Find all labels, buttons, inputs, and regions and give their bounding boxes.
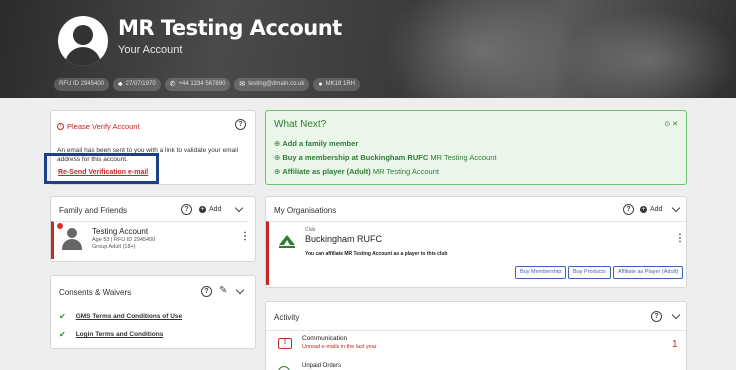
- location-icon: ●: [318, 81, 323, 88]
- rfu-id-chip: RFU ID 2945400: [54, 78, 110, 91]
- organisations-card: My Organisations ? + Add Club Buckingham …: [265, 196, 687, 288]
- help-icon[interactable]: ?: [181, 204, 192, 215]
- location-chip: ● MK18 1RH: [313, 78, 360, 91]
- account-header: MR Testing Account Your Account RFU ID 2…: [0, 0, 736, 98]
- member-avatar: [62, 228, 82, 250]
- club-name: Buckingham RUFC: [305, 234, 383, 244]
- cake-icon: ♣: [118, 81, 123, 88]
- profile-chips: RFU ID 2945400 ♣ 27/07/1970 ✆ +44 1234 567…: [54, 78, 360, 91]
- email-icon: ✉: [239, 81, 246, 88]
- phone-icon: ✆: [169, 81, 176, 88]
- family-friends-card: Family and Friends ? + Add Testing Accoun…: [50, 196, 256, 262]
- communication-count: 1: [672, 339, 678, 350]
- verify-title: ! Please Verify Account: [57, 122, 140, 131]
- member-meta: Age 53 | RFU ID 2945400: [92, 237, 156, 243]
- consent-item[interactable]: ✔ GMS Terms and Conditions of Use: [59, 312, 182, 321]
- edit-icon[interactable]: ✎: [219, 285, 227, 296]
- family-member-row[interactable]: Testing Account Age 53 | RFU ID 2945400 …: [51, 221, 250, 259]
- phone-chip: ✆ +44 1234 567890: [164, 78, 231, 91]
- dob-chip: ♣ 27/07/1970: [113, 78, 161, 91]
- plus-icon: +: [199, 206, 206, 213]
- what-next-title: What Next?: [274, 119, 327, 130]
- member-group: Group Adult (18+): [92, 244, 136, 250]
- orgs-title: My Organisations: [274, 206, 337, 215]
- chevron-down-icon[interactable]: [671, 310, 681, 320]
- communication-row[interactable]: ! Communication Unread e-mails in the la…: [266, 333, 686, 355]
- page-title: MR Testing Account: [118, 16, 342, 40]
- club-note: You can affiliate MR Testing Account as …: [305, 251, 448, 257]
- help-icon[interactable]: ?: [651, 311, 662, 322]
- add-organisation-button[interactable]: + Add: [640, 206, 662, 213]
- affiliate-player-link[interactable]: ⊕ Affiliate as player (Adult) MR Testing…: [274, 167, 439, 176]
- orders-icon: [278, 366, 290, 370]
- activity-title: Activity: [274, 313, 300, 322]
- message-alert-icon: !: [278, 338, 292, 349]
- club-logo-icon: [279, 235, 295, 248]
- more-options-icon[interactable]: ⋮: [240, 231, 250, 242]
- consent-item[interactable]: ✔ Login Terms and Conditions: [59, 330, 163, 339]
- unpaid-orders-title: Unpaid Orders: [302, 363, 342, 369]
- consents-title: Consents & Waivers: [59, 288, 132, 297]
- check-icon: ✔: [59, 312, 66, 321]
- email-chip: ✉ testing@dmain.co.uk: [234, 78, 310, 91]
- activity-card: Activity ? ! Communication Unread e-mail…: [265, 301, 687, 370]
- help-icon[interactable]: ?: [235, 119, 246, 130]
- highlight-box: [44, 153, 159, 184]
- add-family-member-link[interactable]: ⊕ Add a family member: [274, 139, 358, 148]
- help-icon[interactable]: ?: [623, 204, 634, 215]
- affiliate-player-button[interactable]: Affiliate as Player (Adult): [613, 266, 684, 279]
- communication-title: Communication: [302, 335, 348, 342]
- chevron-down-icon[interactable]: [235, 285, 245, 295]
- avatar: [58, 16, 108, 66]
- help-icon[interactable]: ?: [201, 286, 212, 297]
- club-type: Club: [305, 227, 316, 233]
- what-next-controls[interactable]: ⊙ ✕: [664, 120, 678, 128]
- plus-icon: +: [640, 206, 647, 213]
- check-icon: ✔: [59, 330, 66, 339]
- consents-card: Consents & Waivers ? ✎ ✔ GMS Terms and Co…: [50, 275, 256, 349]
- what-next-card: What Next? ⊙ ✕ ⊕ Add a family member ⊕ B…: [265, 110, 687, 185]
- buy-membership-button[interactable]: Buy Membership: [515, 266, 567, 279]
- unpaid-orders-row[interactable]: Unpaid Orders: [266, 360, 686, 370]
- buy-products-button[interactable]: Buy Products: [568, 266, 611, 279]
- warning-icon: !: [57, 123, 64, 130]
- buy-membership-link[interactable]: ⊕ Buy a membership at Buckingham RUFC MR…: [274, 153, 496, 162]
- family-title: Family and Friends: [59, 206, 128, 215]
- chevron-down-icon[interactable]: [671, 203, 681, 213]
- member-name: Testing Account: [92, 227, 149, 236]
- more-options-icon[interactable]: ⋮: [675, 233, 685, 244]
- club-row: Club Buckingham RUFC You can affiliate M…: [266, 221, 687, 285]
- chevron-down-icon[interactable]: [234, 203, 244, 213]
- alert-dot: [57, 223, 63, 229]
- page-subtitle: Your Account: [118, 44, 183, 56]
- add-family-button[interactable]: + Add: [199, 206, 221, 213]
- communication-sub: Unread e-mails in the last year: [302, 344, 377, 350]
